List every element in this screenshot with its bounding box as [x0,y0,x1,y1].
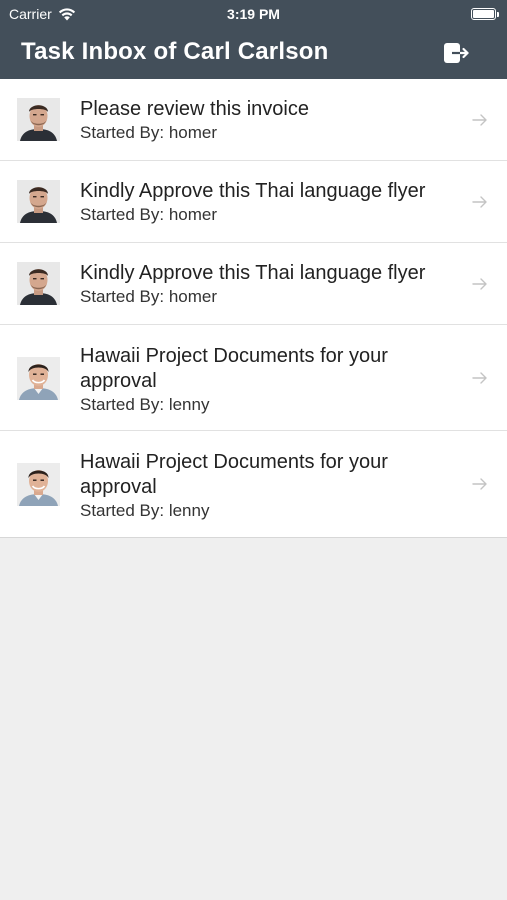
status-bar: Carrier 3:19 PM [0,0,507,28]
arrow-right-icon [472,114,487,126]
arrow-right-icon [472,278,487,290]
task-title: Please review this invoice [80,98,309,120]
task-title: Kindly Approve this Thai language flyer [80,262,426,284]
status-time: 3:19 PM [227,6,280,22]
task-started-by: Started By: homer [80,287,218,306]
avatar [17,463,60,506]
task-text: Hawaii Project Documents for your approv… [80,450,447,522]
avatar [17,357,60,400]
task-text: Kindly Approve this Thai language flyer … [80,179,447,226]
task-started-by: Started By: homer [80,123,218,142]
logout-icon [444,43,469,63]
battery-icon [471,8,499,20]
arrow-right-icon [472,196,487,208]
task-started-by: Started By: homer [80,205,218,224]
task-title: Hawaii Project Documents for your approv… [80,345,388,392]
task-list: Please review this invoice Started By: h… [0,79,507,538]
task-row[interactable]: Hawaii Project Documents for your approv… [0,325,507,431]
arrow-right-icon [472,478,487,490]
avatar [17,262,60,305]
task-row[interactable]: Hawaii Project Documents for your approv… [0,431,507,537]
task-text: Please review this invoice Started By: h… [80,97,447,144]
avatar [17,98,60,141]
task-row[interactable]: Kindly Approve this Thai language flyer … [0,161,507,243]
task-row[interactable]: Please review this invoice Started By: h… [0,79,507,161]
task-row[interactable]: Kindly Approve this Thai language flyer … [0,243,507,325]
task-text: Kindly Approve this Thai language flyer … [80,261,447,308]
task-title: Kindly Approve this Thai language flyer [80,180,426,202]
navigation-bar: Task Inbox of Carl Carlson [0,28,507,79]
task-started-by: Started By: lenny [80,501,210,520]
task-title: Hawaii Project Documents for your approv… [80,451,388,498]
page-title: Task Inbox of Carl Carlson [21,38,329,65]
task-text: Hawaii Project Documents for your approv… [80,344,447,416]
task-started-by: Started By: lenny [80,395,210,414]
avatar [17,180,60,223]
arrow-right-icon [472,372,487,384]
logout-button[interactable] [443,40,471,66]
